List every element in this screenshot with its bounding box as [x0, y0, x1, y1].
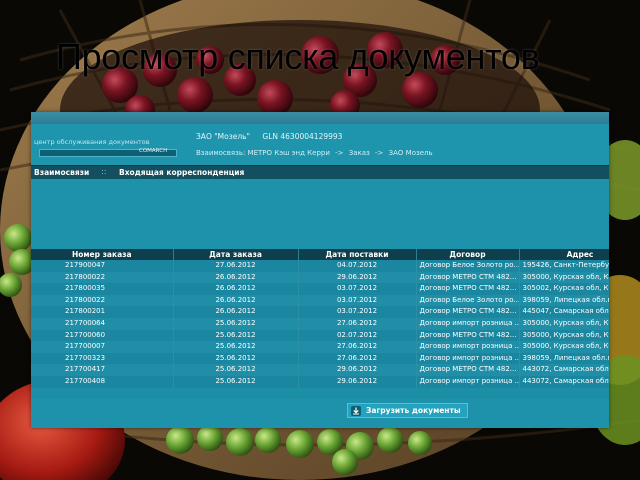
load-documents-button[interactable]: Загрузить документы [347, 403, 468, 418]
cell-address: 305000, Курская обл, Ку [519, 271, 609, 284]
cell-address: 305000, Курская обл, Ку [519, 341, 609, 353]
cell-order-date: 25.06.2012 [173, 364, 299, 376]
cell-contract: Договор МЕТРО СТМ 482... [416, 306, 520, 318]
cell-contract: Договор Белое Золото ро... [416, 294, 520, 307]
cell-contract: Договор МЕТРО СТМ 482... [416, 271, 520, 284]
app-footer: Загрузить документы [31, 399, 609, 428]
cell-contract: Договор МЕТРО СТМ 482... [416, 283, 520, 295]
column-header-contract[interactable]: Договор [416, 249, 520, 260]
cell-order-date: 26.06.2012 [173, 283, 299, 295]
slide-title: Просмотр списка документов [56, 36, 540, 77]
cell-delivery-date: 27.06.2012 [298, 341, 417, 353]
cell-contract: Договор МЕТРО СТМ 482... [416, 329, 520, 342]
cell-order-date: 26.06.2012 [173, 271, 299, 284]
cell-order-number: 217700408 [31, 375, 174, 388]
cell-order-number: 217800201 [31, 306, 174, 318]
cell-order-number: 217800035 [31, 283, 174, 295]
logo-brand: COMARCH [139, 148, 168, 154]
cell-order-number: 217800022 [31, 271, 174, 284]
cell-delivery-date: 03.07.2012 [298, 306, 417, 318]
cell-delivery-date: 29.06.2012 [298, 375, 417, 388]
load-documents-label: Загрузить документы [366, 406, 461, 415]
cell-contract: Договор импорт розница ... [416, 352, 520, 365]
cell-address: 305002, Курская обл, Ку [519, 283, 609, 295]
column-header-order-number[interactable]: Номер заказа [31, 249, 174, 260]
cell-address: 305000, Курская обл, Ку [519, 317, 609, 330]
cell-delivery-date: 02.07.2012 [298, 329, 417, 342]
cell-order-date: 25.06.2012 [173, 317, 299, 330]
table-row[interactable]: 217700417 25.06.2012 29.06.2012 Договор … [31, 364, 609, 376]
cell-order-number: 217700064 [31, 317, 174, 330]
table-row[interactable]: 217700060 25.06.2012 02.07.2012 Договор … [31, 329, 609, 342]
cell-delivery-date: 27.06.2012 [298, 352, 417, 365]
cell-address: 445047, Самарская обл [519, 306, 609, 318]
cell-delivery-date: 03.07.2012 [298, 283, 417, 295]
download-icon-glyph [353, 407, 359, 414]
cell-address: 195426, Санкт-Петербург [519, 260, 609, 272]
cell-address: 398059, Липецкая обл.г [519, 352, 609, 365]
breadcrumb: Взаимосвязь: МЕТРО Кэш энд Керри -> Зака… [196, 149, 433, 157]
cell-contract: Договор импорт розница ... [416, 341, 520, 353]
breadcrumb-item-company[interactable]: ЗАО Мозель [389, 149, 433, 157]
content-area [31, 179, 609, 249]
table-row[interactable]: 217800201 26.06.2012 03.07.2012 Договор … [31, 306, 609, 318]
cell-order-number: 217700417 [31, 364, 174, 376]
table-row[interactable]: 217700007 25.06.2012 27.06.2012 Договор … [31, 341, 609, 353]
download-icon [351, 405, 361, 416]
tab-bar: Взаимосвязи :: Входящая корреспонденция [31, 165, 609, 180]
cell-order-date: 25.06.2012 [173, 375, 299, 388]
cell-delivery-date: 29.06.2012 [298, 271, 417, 284]
table-row[interactable]: 217700064 25.06.2012 27.06.2012 Договор … [31, 317, 609, 330]
organization-line: ЗАО "Мозель" GLN 4630004129993 [196, 132, 342, 141]
cell-contract: Договор импорт розница ... [416, 375, 520, 388]
cell-order-number: 217700323 [31, 352, 174, 365]
cell-order-number: 217900047 [31, 260, 174, 272]
cell-order-date: 25.06.2012 [173, 341, 299, 353]
cell-order-number: 217700060 [31, 329, 174, 342]
table-row[interactable]: 217700408 25.06.2012 29.06.2012 Договор … [31, 375, 609, 388]
app-window: центр обслуживания документов COMARCH ЗА… [31, 112, 609, 428]
cell-delivery-date: 03.07.2012 [298, 294, 417, 307]
table-row[interactable]: 217700323 25.06.2012 27.06.2012 Договор … [31, 352, 609, 365]
cell-address: 398059, Липецкая обл.г [519, 294, 609, 307]
cell-order-date: 25.06.2012 [173, 329, 299, 342]
cell-order-date: 25.06.2012 [173, 352, 299, 365]
table-row[interactable]: 217800035 26.06.2012 03.07.2012 Договор … [31, 283, 609, 295]
column-header-order-date[interactable]: Дата заказа [173, 249, 299, 260]
table-header-row: Номер заказа Дата заказа Дата поставки Д… [31, 249, 609, 260]
cell-contract: Договор Белое Золото ро... [416, 260, 520, 272]
cell-contract: Договор МЕТРО СТМ 482... [416, 364, 520, 376]
tab-incoming-correspondence[interactable]: Входящая корреспонденция [119, 168, 244, 177]
cell-order-date: 26.06.2012 [173, 294, 299, 307]
table-row[interactable]: 217800022 26.06.2012 29.06.2012 Договор … [31, 271, 609, 284]
tab-relations[interactable]: Взаимосвязи [34, 168, 89, 177]
tab-separator: :: [101, 167, 107, 176]
orders-table-container[interactable]: Номер заказа Дата заказа Дата поставки Д… [31, 249, 609, 399]
table-row[interactable]: 217900047 27.06.2012 04.07.2012 Договор … [31, 260, 609, 272]
organization-name: ЗАО "Мозель" [196, 132, 251, 141]
breadcrumb-separator: -> [335, 149, 344, 157]
cell-order-number: 217700007 [31, 341, 174, 353]
breadcrumb-separator: -> [375, 149, 384, 157]
column-header-delivery-date[interactable]: Дата поставки [298, 249, 417, 260]
cell-delivery-date: 29.06.2012 [298, 364, 417, 376]
column-header-address[interactable]: Адрес [519, 249, 609, 260]
cell-order-date: 26.06.2012 [173, 306, 299, 318]
cell-address: 305000, Курская обл, Ку [519, 329, 609, 342]
breadcrumb-item-order[interactable]: Заказ [349, 149, 370, 157]
logo-text: центр обслуживания документов [34, 138, 150, 146]
breadcrumb-item-relation[interactable]: Взаимосвязь: МЕТРО Кэш энд Керри [196, 149, 330, 157]
orders-table: Номер заказа Дата заказа Дата поставки Д… [31, 249, 609, 388]
table-row[interactable]: 217800022 26.06.2012 03.07.2012 Договор … [31, 294, 609, 307]
gln-number: GLN 4630004129993 [262, 132, 343, 141]
cell-contract: Договор импорт розница ... [416, 317, 520, 330]
cell-address: 443072, Самарская обл [519, 364, 609, 376]
cell-address: 443072, Самарская обл [519, 375, 609, 388]
cell-delivery-date: 27.06.2012 [298, 317, 417, 330]
cell-order-date: 27.06.2012 [173, 260, 299, 272]
app-top-strip [31, 112, 609, 124]
cell-order-number: 217800022 [31, 294, 174, 307]
cell-delivery-date: 04.07.2012 [298, 260, 417, 272]
